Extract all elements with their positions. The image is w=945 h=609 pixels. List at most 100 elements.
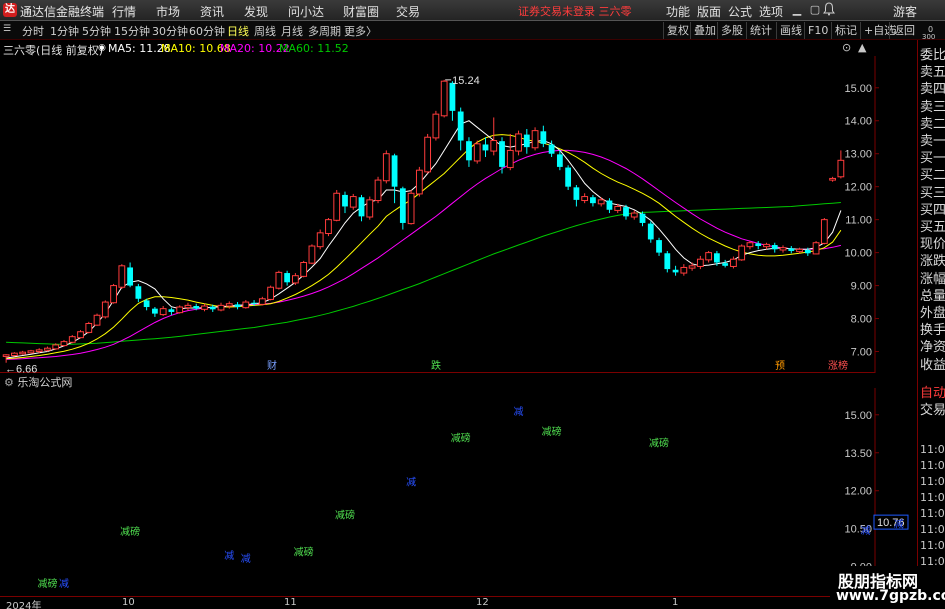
watermark: 股朋指标网 www.7gpzb.com (830, 566, 945, 609)
candle-up (730, 258, 737, 267)
candle-up (349, 196, 357, 208)
period-monthly[interactable]: 月线 (281, 23, 303, 39)
minimize-window-icon[interactable]: ▁ (790, 2, 804, 18)
tool-duogu[interactable]: 多股 (717, 22, 746, 39)
candle-down (573, 187, 580, 200)
ma-settings-icon[interactable]: ◉ (98, 43, 106, 53)
candle-down (135, 286, 142, 299)
candle-down (755, 243, 762, 247)
candle-up (93, 314, 101, 326)
candle-down (771, 245, 778, 250)
ma10-line (6, 134, 842, 360)
candle-up (763, 243, 770, 248)
period-daily[interactable]: 日线 (227, 23, 249, 39)
period-5min[interactable]: 5分钟 (82, 23, 111, 39)
layout-icon[interactable]: ▢ (808, 2, 822, 18)
candle-down (623, 207, 629, 217)
quote-label: 净资 (920, 340, 945, 356)
candle-down (523, 134, 530, 148)
candlestick-chart[interactable]: 15.00 14.00 13.00 12.00 11.00 10.00 9.00 8.00 7.… (0, 56, 917, 373)
tick-time: 11:09 (920, 459, 945, 472)
candle-up (440, 80, 448, 117)
candle-up (820, 219, 828, 244)
candle-up (581, 196, 589, 202)
menu-caifuquan[interactable]: 财富圈 (343, 3, 379, 20)
indicator-chart[interactable]: 15.0013.5012.0010.509.0010.76减磅减减磅减减减磅减磅… (0, 388, 917, 596)
tool-huaxian[interactable]: 画线 (776, 22, 805, 39)
candle-up (705, 252, 713, 261)
y-tick-label: 8.00 (851, 314, 872, 326)
tool-biaoji[interactable]: 标记 (831, 22, 860, 39)
y-tick-label: 13.00 (844, 149, 872, 161)
y-tick-label: 7.00 (851, 347, 872, 359)
tick-time: 11:09 (920, 475, 945, 488)
candle-up (300, 262, 308, 277)
low-price-label: ←6.66 (5, 364, 37, 373)
collapse-icon[interactable]: ⊙ (842, 41, 851, 54)
candle-up (201, 305, 208, 310)
period-fenshi[interactable]: 分时 (22, 23, 44, 39)
y-tick-label: 9.00 (851, 281, 872, 293)
tab-trade[interactable]: 交易 (920, 402, 945, 419)
menu-zixun[interactable]: 资讯 (200, 3, 224, 20)
candle-down (722, 263, 729, 266)
tab-auto[interactable]: 自动 (920, 385, 945, 402)
tool-f10[interactable]: F10 (804, 22, 831, 39)
tool-diejia[interactable]: 叠加 (690, 22, 719, 39)
event-mark-zt[interactable]: 涨榜 (828, 359, 848, 372)
candle-down (466, 141, 472, 161)
menu-hangqing[interactable]: 行情 (112, 3, 136, 20)
candle-up (473, 143, 481, 162)
candle-up (2, 354, 10, 357)
tick-time: 11:09 (920, 443, 945, 456)
event-mark-yu[interactable]: 预 (775, 360, 785, 372)
candle-down (152, 308, 158, 314)
period-30min[interactable]: 30分钟 (152, 23, 188, 39)
menu-xuanxiang[interactable]: 选项 (759, 3, 783, 20)
expand-up-icon[interactable]: ▲ (858, 41, 866, 54)
tool-back[interactable]: 返回 (889, 22, 918, 39)
menu-shichang[interactable]: 市场 (156, 3, 180, 20)
candle-down (234, 304, 241, 308)
candle-up (597, 199, 605, 205)
quote-label: 卖三 (920, 99, 945, 115)
period-toolbar: ☰ 分时 1分钟 5分钟 15分钟 30分钟 60分钟 日线 周线 月线 多周期… (0, 21, 945, 40)
candle-up (812, 242, 820, 255)
candle-up (829, 177, 836, 181)
tool-tongji[interactable]: 统计 (746, 22, 775, 39)
candle-up (27, 350, 35, 354)
period-more[interactable]: 更多〉 (344, 23, 377, 39)
period-60min[interactable]: 60分钟 (189, 23, 225, 39)
menu-gongshi[interactable]: 公式 (728, 3, 752, 20)
tool-fuquan[interactable]: 复权 (663, 22, 692, 39)
candle-down (251, 302, 257, 304)
candle-down (804, 249, 811, 254)
signal-blue: 减 (894, 518, 904, 530)
menu-jiaoyi[interactable]: 交易 (396, 3, 420, 20)
bell-icon[interactable] (822, 2, 836, 18)
menu-bar: 达 通达信金融终端 行情 市场 资讯 发现 问小达 财富圈 交易 证券交易未登录… (0, 0, 945, 21)
period-1min[interactable]: 1分钟 (50, 23, 79, 39)
period-15min[interactable]: 15分钟 (114, 23, 150, 39)
period-multi[interactable]: 多周期 (308, 23, 341, 39)
menu-banmian[interactable]: 版面 (697, 3, 721, 20)
menu-wenxiaoda[interactable]: 问小达 (288, 3, 324, 20)
guest-user[interactable]: 游客 (893, 3, 917, 20)
login-status[interactable]: 证券交易未登录 三六零 (518, 3, 632, 19)
candle-up (44, 347, 51, 351)
event-mark-cai[interactable]: 财 (267, 359, 277, 372)
candle-up (796, 248, 803, 253)
event-mark-die[interactable]: 跌 (431, 359, 441, 372)
list-icon[interactable]: ☰ (3, 24, 11, 34)
menu-gongneng[interactable]: 功能 (666, 3, 690, 20)
quote-label: 卖四 (920, 82, 945, 98)
candle-up (267, 286, 274, 300)
candle-up (333, 192, 341, 221)
candle-down (499, 141, 505, 167)
candle-up (258, 298, 266, 305)
period-weekly[interactable]: 周线 (254, 23, 276, 39)
candle-up (242, 301, 250, 309)
menu-faxian[interactable]: 发现 (244, 3, 268, 20)
quote-label: 现价 (920, 237, 945, 253)
candle-up (275, 271, 283, 289)
